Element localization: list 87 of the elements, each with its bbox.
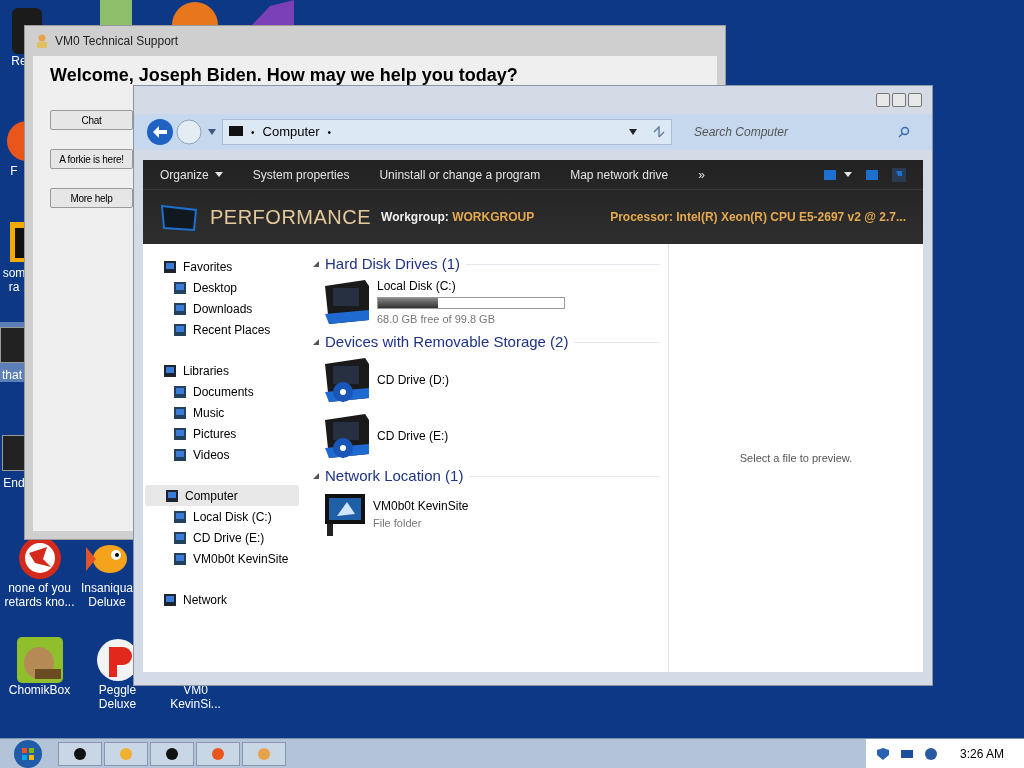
workgroup-text: Workgroup: WORKGROUP xyxy=(381,209,535,226)
desktop-icon-label[interactable]: ChomikBox xyxy=(8,683,71,697)
desktop-icon-label[interactable]: F xyxy=(10,164,18,178)
processor-text: Processor: Intel(R) Xeon(R) CPU E5-2697 v2 @ 2.7... xyxy=(610,209,906,226)
nav-item[interactable]: Documents xyxy=(143,381,301,402)
desktop-icon-label[interactable]: none of you retards kno... xyxy=(2,581,77,609)
search-placeholder: Search Computer xyxy=(694,124,790,141)
breadcrumb-item[interactable]: Computer xyxy=(262,122,320,142)
toolbar-button[interactable]: System properties xyxy=(252,165,350,184)
folder-icon xyxy=(173,280,187,295)
folder-icon xyxy=(173,530,187,545)
welcome-heading: Welcome, Joseph Biden. How may we help you today? xyxy=(50,64,519,87)
nav-item[interactable]: Videos xyxy=(143,444,301,465)
address-bar[interactable]: • Computer • xyxy=(222,119,672,145)
folder-group-icon xyxy=(163,592,177,607)
section-header[interactable]: Network Location (1) xyxy=(325,464,464,488)
maximize-button[interactable] xyxy=(892,93,906,107)
folder-group-icon xyxy=(165,488,179,503)
preview-message: Select a file to preview. xyxy=(739,450,853,466)
folder-icon xyxy=(173,551,187,566)
drive-detail: File folder xyxy=(373,515,423,531)
window-title: VM0 Technical Support xyxy=(55,33,179,50)
close-button[interactable] xyxy=(908,93,922,107)
orb-icon xyxy=(172,0,218,25)
nav-item[interactable]: Desktop xyxy=(143,277,301,298)
folder-icon xyxy=(173,384,187,399)
nav-item[interactable]: Downloads xyxy=(143,298,301,319)
view-icon[interactable] xyxy=(824,169,836,180)
collapse-icon[interactable] xyxy=(313,473,319,479)
nav-item[interactable]: Local Disk (C:) xyxy=(143,506,301,527)
toolbar-button[interactable]: » xyxy=(698,165,705,184)
minimize-button[interactable] xyxy=(876,93,890,107)
toolbar-button[interactable]: Map network drive xyxy=(570,165,669,184)
taskbar-button[interactable] xyxy=(58,741,102,766)
nav-group-item[interactable]: Libraries xyxy=(143,360,301,381)
nav-item[interactable]: CD Drive (E:) xyxy=(143,527,301,548)
folder-group-icon xyxy=(163,259,177,274)
nav-group-item[interactable]: Favorites xyxy=(143,256,301,277)
desktop-icon-label[interactable]: that xyxy=(2,368,22,382)
computer-icon xyxy=(229,126,243,138)
banner-title: PERFORMANCE xyxy=(210,205,372,230)
folder-icon xyxy=(173,426,187,441)
drive-name[interactable]: CD Drive (E:) xyxy=(377,427,449,445)
dropdown-icon[interactable] xyxy=(629,129,637,135)
folder-icon xyxy=(173,509,187,524)
nav-item[interactable]: Music xyxy=(143,402,301,423)
collapse-icon[interactable] xyxy=(313,261,319,267)
hamster-icon xyxy=(16,637,63,683)
monitor-icon xyxy=(160,202,200,232)
drive-name[interactable]: VM0b0t KevinSite xyxy=(373,496,469,515)
preview-pane-icon[interactable] xyxy=(866,169,878,180)
desktop-icon-label[interactable]: End xyxy=(3,476,25,490)
section-header[interactable]: Devices with Removable Storage (2) xyxy=(325,330,569,354)
nav-group-item[interactable]: Computer xyxy=(145,485,299,506)
drive-name[interactable]: CD Drive (D:) xyxy=(377,371,449,389)
nav-group-item[interactable]: Network xyxy=(143,589,301,610)
breadcrumb-arrow[interactable]: • xyxy=(327,124,332,140)
option-button[interactable]: A forkie is here! xyxy=(50,149,133,169)
collapse-icon[interactable] xyxy=(313,339,319,345)
section-header[interactable]: Hard Disk Drives (1) xyxy=(325,252,460,276)
folder-icon xyxy=(173,322,187,337)
search-icon[interactable] xyxy=(898,126,910,138)
drive-name[interactable]: Local Disk (C:) xyxy=(377,276,565,295)
folder-icon xyxy=(173,301,187,316)
back-button[interactable] xyxy=(146,118,174,146)
taskbar-button[interactable] xyxy=(150,741,194,766)
caret-icon[interactable] xyxy=(844,172,852,177)
nav-item[interactable]: Recent Places xyxy=(143,319,301,340)
toolbar-button[interactable]: Uninstall or change a program xyxy=(379,165,541,184)
clock[interactable]: 3:26 AM xyxy=(959,744,1004,763)
option-button[interactable]: More help xyxy=(50,188,133,208)
toolbar-button[interactable]: Organize xyxy=(160,165,223,184)
history-dropdown-icon[interactable] xyxy=(208,129,216,135)
option-button[interactable]: Chat xyxy=(50,110,133,130)
folder-group-icon xyxy=(163,363,177,378)
folder-icon xyxy=(173,447,187,462)
shield-icon[interactable] xyxy=(875,746,890,761)
caret-icon xyxy=(214,172,223,177)
orb-icon xyxy=(165,746,179,761)
nav-item[interactable]: Pictures xyxy=(143,423,301,444)
search-field[interactable]: Search Computer xyxy=(684,119,920,145)
folder-icon xyxy=(173,405,187,420)
desktop-icon-label[interactable]: som ra xyxy=(2,266,26,294)
nav-item[interactable]: VM0b0t KevinSite xyxy=(143,548,301,569)
desktop-icon-label[interactable]: Insaniqua Deluxe xyxy=(80,581,134,609)
desktop-icon-label[interactable]: Peggle Deluxe xyxy=(80,683,155,711)
drive-detail: 68.0 GB free of 99.8 GB xyxy=(377,311,496,327)
